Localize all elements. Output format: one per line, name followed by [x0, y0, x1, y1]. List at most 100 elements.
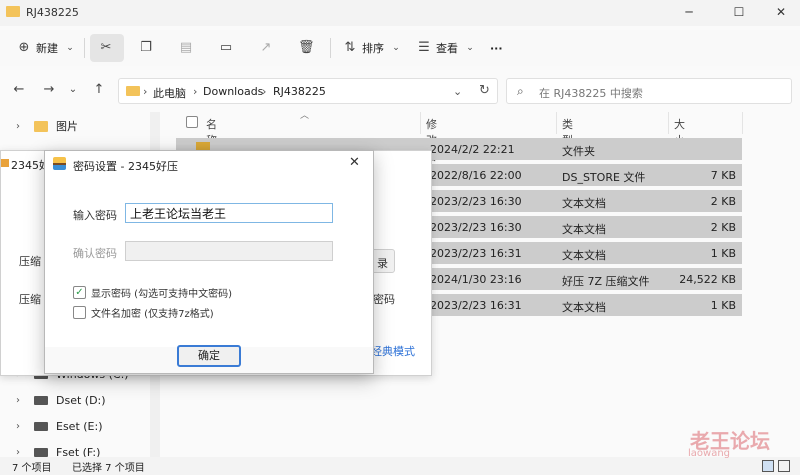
sidebar-item-pictures[interactable]: › 图片	[16, 116, 78, 136]
breadcrumb-folder[interactable]: RJ438225	[273, 85, 326, 98]
forward-button[interactable]: →	[40, 81, 58, 99]
file-date: 2022/8/16 22:00	[430, 169, 522, 182]
file-size: 2 KB	[710, 221, 736, 234]
encrypt-filenames-label: 文件名加密 (仅支持7z格式)	[91, 309, 214, 320]
chevron-right-icon: ›	[262, 85, 267, 98]
close-icon[interactable]: ✕	[349, 155, 360, 170]
button-label: 录	[377, 257, 388, 270]
minimize-button[interactable]: ─	[680, 4, 698, 20]
chevron-right-icon: ›	[143, 85, 148, 98]
copy-button[interactable]: ❐	[138, 38, 154, 58]
column-divider[interactable]	[668, 112, 669, 134]
paste-icon: ▤	[179, 40, 193, 55]
back-button[interactable]: ←	[10, 81, 28, 99]
classic-mode-link[interactable]: 经典模式	[371, 343, 415, 359]
tiles-view-icon[interactable]	[778, 460, 790, 472]
scissors-icon: ✂	[100, 40, 112, 55]
up-button[interactable]: ↑	[90, 81, 108, 99]
file-type: 文本文档	[562, 197, 606, 210]
address-row: ← → ⌄ ↑ › 此电脑 › Downloads › RJ438225 ⌄ ↻…	[0, 72, 800, 108]
sidebar-item-e-drive[interactable]: › Eset (E:)	[16, 416, 103, 436]
sort-button[interactable]: ⇅ 排序 ⌄	[342, 38, 404, 58]
watermark-subtext: laowang	[688, 448, 731, 459]
confirm-password-input[interactable]	[125, 241, 333, 261]
file-size: 1 KB	[710, 247, 736, 260]
separator	[84, 38, 85, 58]
title-bar: RJ438225 ─ ☐ ✕	[0, 0, 800, 26]
checkmark-icon: ✓	[73, 286, 86, 299]
column-divider[interactable]	[420, 112, 421, 134]
view-label: 查看	[436, 42, 458, 55]
file-size: 24,522 KB	[679, 273, 736, 286]
compress-label: 压缩	[19, 255, 41, 268]
close-button[interactable]: ✕	[772, 4, 790, 20]
file-date: 2023/2/23 16:31	[430, 299, 522, 312]
file-date: 2024/2/2 22:21	[430, 143, 515, 156]
file-size: 7 KB	[710, 169, 736, 182]
encrypt-filenames-checkbox[interactable]: 文件名加密 (仅支持7z格式)	[73, 305, 214, 320]
sort-caret-icon: ︿	[300, 111, 310, 121]
file-type: 文本文档	[562, 249, 606, 262]
chevron-down-icon: ⌄	[466, 43, 474, 53]
show-password-label: 显示密码 (勾选可支持中文密码)	[91, 289, 232, 300]
sidebar-item-label: Eset (E:)	[56, 419, 103, 433]
password-text: 密码	[373, 293, 395, 306]
app-icon	[1, 159, 9, 167]
address-bar[interactable]: › 此电脑 › Downloads › RJ438225 ⌄ ↻	[118, 78, 498, 104]
copy-icon: ❐	[140, 40, 152, 55]
breadcrumb-this-pc[interactable]: 此电脑	[153, 85, 186, 101]
file-type: 文本文档	[562, 301, 606, 314]
refresh-icon[interactable]: ↻	[479, 83, 490, 98]
search-placeholder: 在 RJ438225 中搜索	[539, 87, 643, 100]
ok-button[interactable]: 确定	[177, 345, 241, 367]
checkbox-empty	[73, 306, 86, 319]
paste-button[interactable]: ▤	[178, 38, 194, 58]
file-type: DS_STORE 文件	[562, 171, 646, 184]
sidebar-item-label: Dset (D:)	[56, 393, 106, 407]
haozip-app-icon	[53, 157, 66, 170]
selected-count: 已选择 7 个项目	[72, 463, 145, 474]
sort-icon: ⇅	[344, 40, 356, 55]
status-bar: 7 个项目 已选择 7 个项目	[0, 457, 800, 475]
password-label: 输入密码	[73, 209, 117, 222]
plus-circle-icon: ⊕	[18, 40, 30, 55]
sidebar-item-d-drive[interactable]: › Dset (D:)	[16, 390, 106, 410]
more-button[interactable]: ···	[490, 38, 503, 58]
recent-dropdown-button[interactable]: ⌄	[64, 81, 82, 99]
sort-label: 排序	[362, 42, 384, 55]
new-label: 新建	[36, 42, 58, 55]
select-all-checkbox[interactable]	[186, 116, 198, 128]
column-divider[interactable]	[742, 112, 743, 134]
cut-button[interactable]: ✂	[98, 38, 114, 58]
view-button[interactable]: ☰ 查看 ⌄	[416, 38, 478, 58]
maximize-button[interactable]: ☐	[730, 4, 748, 20]
file-type: 文本文档	[562, 223, 606, 236]
new-button[interactable]: ⊕ 新建 ⌄	[16, 38, 78, 58]
drive-icon	[34, 421, 48, 431]
password-input[interactable]	[125, 203, 333, 223]
delete-button[interactable]: 🗑	[298, 38, 315, 58]
search-box[interactable]: ⌕ 在 RJ438225 中搜索	[506, 78, 792, 104]
show-password-checkbox[interactable]: ✓ 显示密码 (勾选可支持中文密码)	[73, 285, 232, 300]
rename-button[interactable]: ▭	[218, 38, 234, 58]
file-date: 2023/2/23 16:30	[430, 195, 522, 208]
file-type: 好压 7Z 压缩文件	[562, 275, 650, 288]
breadcrumb-downloads[interactable]: Downloads	[203, 85, 263, 98]
view-toggle	[762, 459, 792, 473]
search-icon: ⌕	[517, 84, 524, 98]
file-date: 2023/2/23 16:30	[430, 221, 522, 234]
compress-label: 压缩	[19, 293, 41, 306]
drive-icon	[34, 447, 48, 457]
chevron-right-icon: ›	[16, 420, 20, 432]
trash-icon: 🗑	[298, 40, 315, 55]
confirm-password-label: 确认密码	[73, 247, 117, 260]
details-view-icon[interactable]	[762, 460, 774, 472]
chevron-right-icon: ›	[16, 120, 20, 132]
file-date: 2024/1/30 23:16	[430, 273, 522, 286]
share-button[interactable]: ↗	[258, 38, 274, 58]
folder-icon	[126, 86, 140, 96]
chevron-down-icon[interactable]: ⌄	[453, 85, 462, 98]
chevron-right-icon: ›	[193, 85, 198, 98]
column-divider[interactable]	[556, 112, 557, 134]
file-type: 文件夹	[562, 145, 595, 158]
